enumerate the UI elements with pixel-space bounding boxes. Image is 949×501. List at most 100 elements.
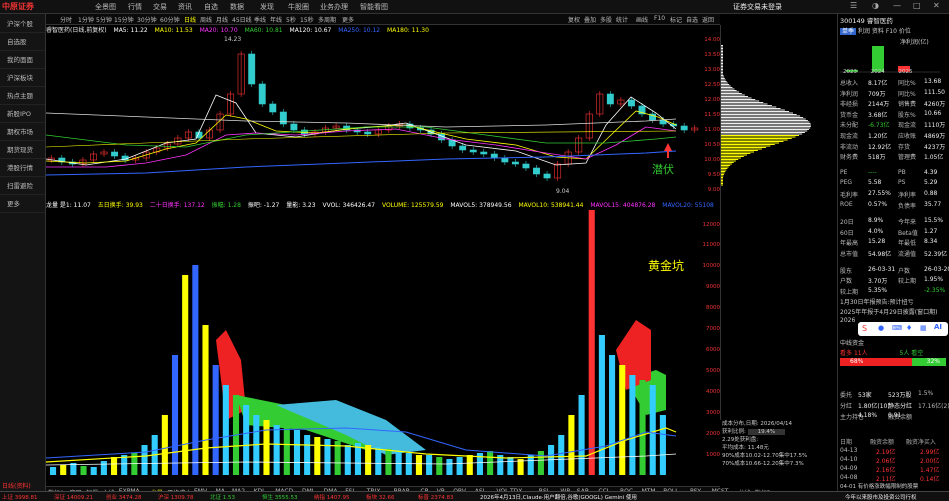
toolbar-button[interactable]: 叠加 (584, 15, 596, 24)
menu-item-discover[interactable]: 发现 (260, 2, 274, 12)
period-tab[interactable]: 5分钟 (96, 15, 112, 24)
rongzi-cell: 2.19亿 (876, 449, 896, 456)
menu-item-trade[interactable]: 交易 (153, 2, 167, 12)
volume-chart[interactable]: 黄金坑 (46, 210, 700, 485)
menu-item-watchlist[interactable]: 自选 (204, 2, 218, 12)
rongzi-row: 04-13 2.19亿 2.99亿 (840, 447, 948, 456)
fin-years: 2023 2024 2025 (840, 69, 948, 78)
period-tab[interactable]: 15分钟 (114, 15, 134, 24)
ma-line-magenta (46, 126, 677, 168)
login-status[interactable]: 证券交易未登录 (733, 2, 782, 12)
sidebar-item-more[interactable]: 更多 (0, 196, 45, 213)
toolbar-button[interactable]: 标记 (670, 15, 682, 24)
quote-tab[interactable]: 单季 (840, 28, 857, 35)
quote-cell: 26-03-31 (868, 265, 896, 273)
menu-item-quotes[interactable]: 行情 (128, 2, 142, 12)
period-tab[interactable]: 30分钟 (137, 15, 157, 24)
menu-item-smartchart[interactable]: 智能看图 (360, 2, 388, 12)
sidebar-item-risk[interactable]: 扫雷避险 (0, 178, 45, 195)
keyboard-icon[interactable]: ⌨ (892, 324, 902, 332)
toolbar-button[interactable]: 返回 (702, 15, 714, 24)
dist-profit-value: 19.4% (747, 429, 786, 435)
news-line[interactable]: 2025年年报于4月29日披露(窗口期) (840, 307, 948, 316)
period-tab[interactable]: 季线 (254, 15, 266, 24)
news-line[interactable]: 1月30日年报预告:预计扭亏 (840, 297, 948, 306)
rongzi-cell: 2.06亿 (876, 458, 896, 465)
quote-row: 净利润 709万 同比% 111.50 (840, 89, 948, 98)
menu-item-business[interactable]: 业务办理 (320, 2, 348, 12)
maximize-icon[interactable]: □ (913, 1, 921, 10)
price-chart[interactable]: 14.23 9.04 潜伏 (46, 35, 700, 195)
v-tick: 6000 (706, 347, 720, 353)
menu-item-news[interactable]: 资讯 (178, 2, 192, 12)
rongzi-cell: 04-13 (840, 447, 858, 454)
toolbar-button[interactable]: 复权 (568, 15, 580, 24)
dist-profit-row: 获利比例: 19.4% (722, 428, 836, 436)
quote-cell: 1.05亿 (924, 154, 944, 162)
bottom-left-tabs: 日线(资料) (0, 481, 46, 491)
toolbar-button[interactable]: 自选 (686, 15, 698, 24)
rongzi-row: 04-09 2.16亿 1.47亿 (840, 465, 948, 474)
period-tab[interactable]: 月线 (216, 15, 228, 24)
misc-cell: 4.18% (858, 412, 878, 419)
period-tab[interactable]: 分时 (60, 15, 72, 24)
ime-icon[interactable]: S (862, 324, 867, 333)
sidebar-item-ipo[interactable]: 新股IPO (0, 106, 45, 123)
ai-icon[interactable]: AI (934, 323, 942, 331)
vol-item: MAVOL5: 378949.56 (450, 202, 512, 209)
menu-item-panorama[interactable]: 全景图 (95, 2, 116, 12)
v-tick: 1000 (706, 452, 720, 458)
quote-cell: 年最低 (898, 240, 917, 248)
floating-toolbar[interactable]: S ● ⌨ ♦ ▦ AI (858, 322, 948, 336)
quote-tab[interactable]: 价位 (899, 28, 911, 35)
sidebar-item-sectors[interactable]: 沪深板块 (0, 70, 45, 87)
sidebar-item-options[interactable]: 期权市场 (0, 124, 45, 141)
sidebar-item-themes[interactable]: 热点主题 (0, 88, 45, 105)
period-tab[interactable]: 年线 (270, 15, 282, 24)
period-tab[interactable]: 5秒 (286, 15, 296, 24)
toolbar-button[interactable]: F10 (654, 15, 665, 22)
quote-cell: PEG (840, 179, 853, 187)
quote-cell: 518万 (868, 154, 886, 162)
toolbar-button[interactable]: 统计 (616, 15, 628, 24)
quote-cell: 净利润 (840, 90, 859, 98)
sidebar-item-watchlist[interactable]: 自选股 (0, 34, 45, 51)
period-tab[interactable]: 45日线 (232, 15, 252, 24)
mic-icon[interactable]: ● (878, 324, 884, 332)
y-tick: 10.00 (704, 157, 720, 163)
tab-daily-info[interactable]: 日线(资料) (2, 481, 31, 490)
period-tab[interactable]: 60分钟 (160, 15, 180, 24)
ma-item: MA180: 11.30 (387, 27, 429, 34)
period-tab[interactable]: 15秒 (300, 15, 314, 24)
menu-icon[interactable]: ☰ (850, 1, 857, 10)
close-icon[interactable]: ✕ (933, 1, 940, 10)
quote-row: 总收入 8.17亿 同比% 13.68 (840, 78, 948, 87)
last-news[interactable]: 04-01 有价格涨跌幅限制的股票 (840, 482, 948, 491)
toolbar-button[interactable]: 画线 (636, 15, 648, 24)
minimize-icon[interactable]: — (893, 1, 901, 10)
grid-icon[interactable]: ▦ (920, 324, 927, 332)
skin-icon[interactable]: ◑ (872, 1, 879, 10)
vol-item: MAVOL20: 55108 (662, 202, 714, 209)
quote-tab[interactable]: F10 (886, 28, 897, 35)
period-tab[interactable]: 周线 (200, 15, 212, 24)
toolbar-button[interactable]: 多股 (600, 15, 612, 24)
menu-item-data[interactable]: 数据 (230, 2, 244, 12)
quote-cell: 负债率 (898, 202, 917, 210)
period-tab[interactable]: 更多 (342, 15, 354, 24)
quote-cell: 4260万 (924, 101, 946, 109)
sidebar-item-futures[interactable]: 期货现货 (0, 142, 45, 159)
bear-pct: 32% (926, 358, 940, 365)
menu-item-bullstock[interactable]: 牛股圈 (288, 2, 309, 12)
quote-tab[interactable]: 利润 (858, 28, 870, 35)
period-tab-active[interactable]: 日线 (184, 15, 196, 24)
quote-tab[interactable]: 资料 (872, 28, 884, 35)
sidebar-item-hk[interactable]: 港股行情 (0, 160, 45, 177)
period-tab[interactable]: 1分钟 (78, 15, 94, 24)
sidebar-item-my[interactable]: 我的面面 (0, 52, 45, 69)
shirt-icon[interactable]: ♦ (906, 324, 912, 332)
sidebar-item-stocks[interactable]: 沪深个股 (0, 16, 45, 33)
rz-col: 日期 (840, 439, 853, 446)
dist-r70: 70%成本10.66-12.20集中7.3% (722, 461, 804, 467)
period-tab[interactable]: 多周期 (318, 15, 336, 24)
